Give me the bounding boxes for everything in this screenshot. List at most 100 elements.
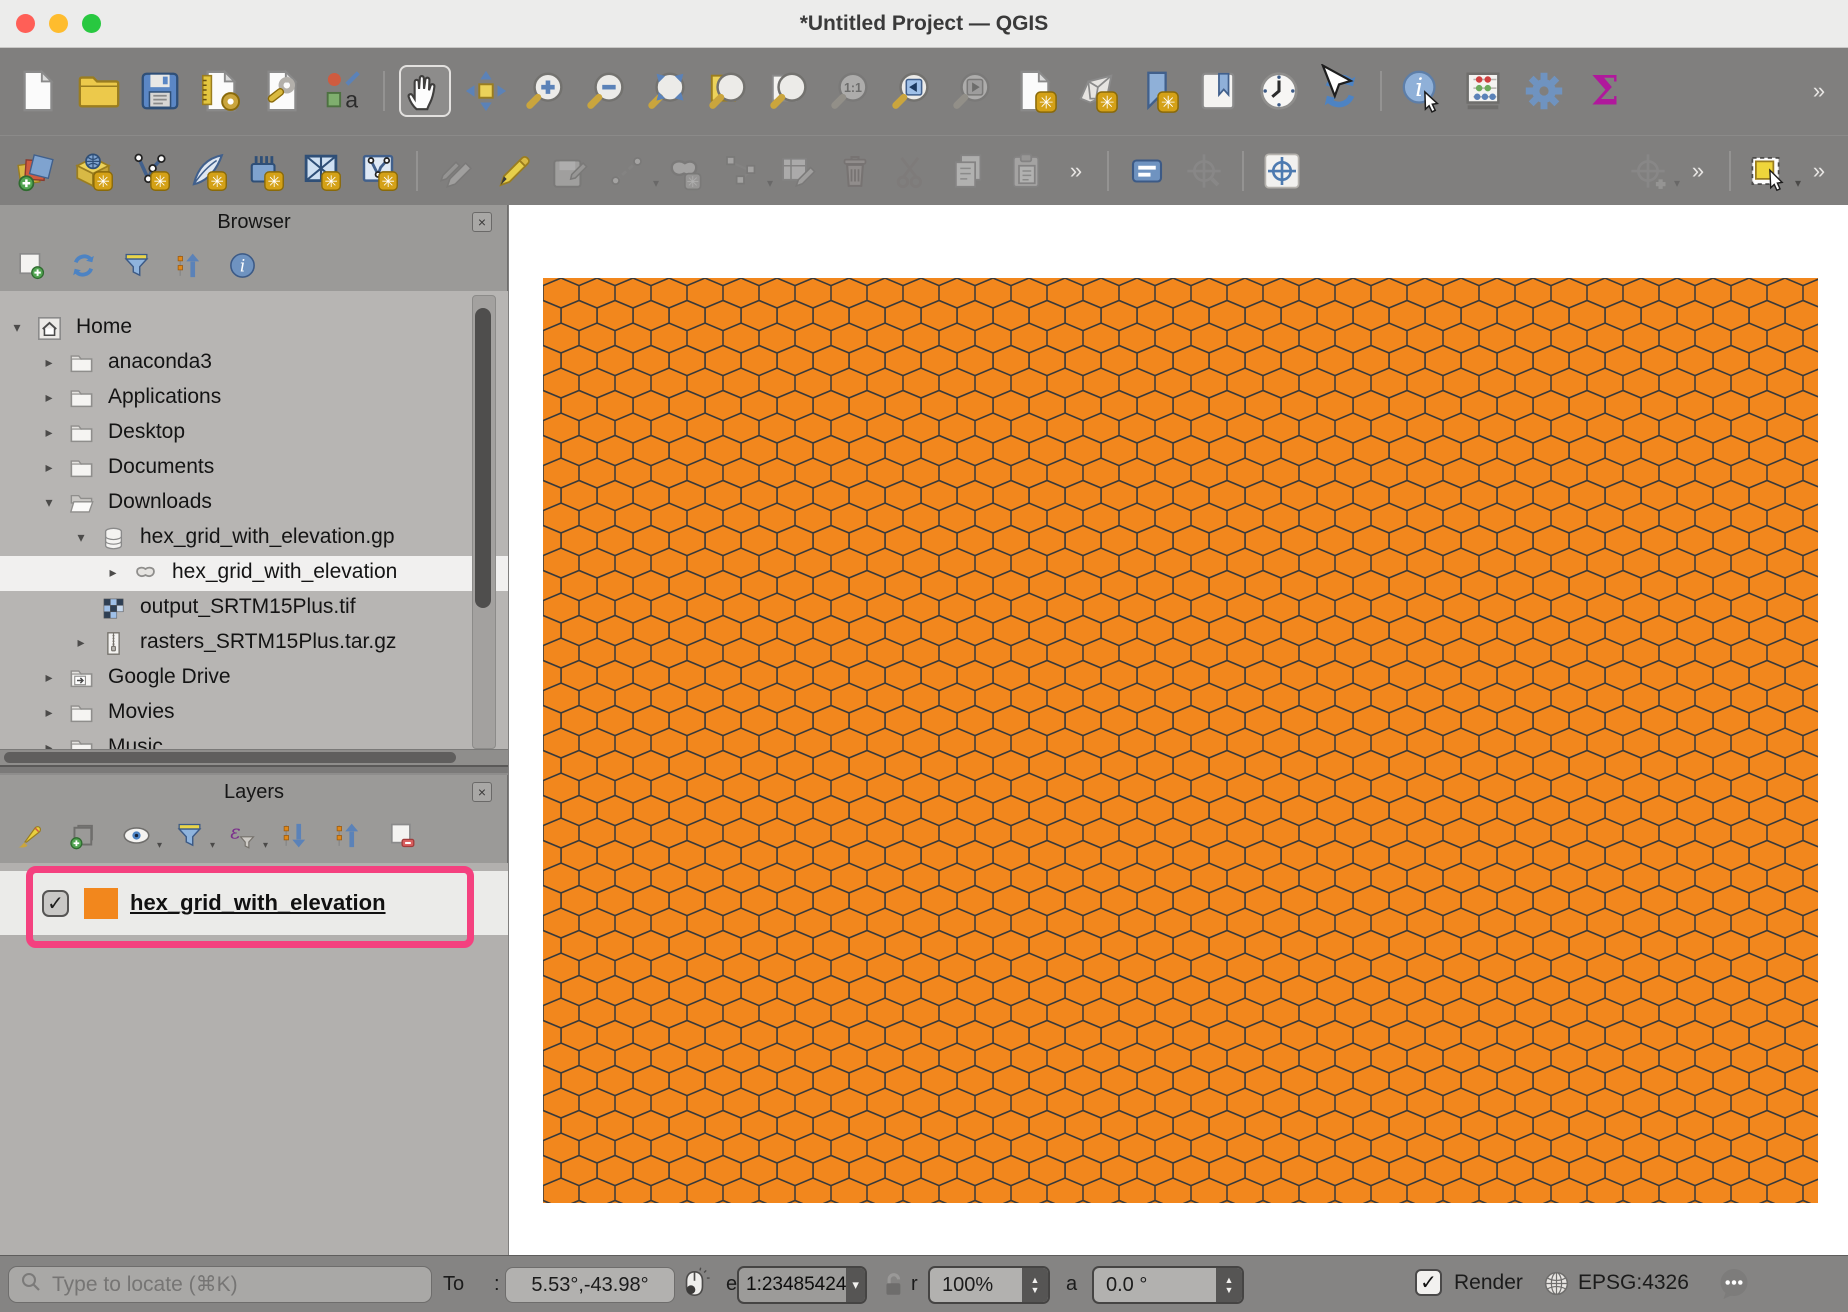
refresh-button[interactable] — [67, 249, 99, 281]
pan-map-button[interactable] — [399, 65, 451, 117]
locator-search-input[interactable]: Type to locate (⌘K) — [8, 1266, 432, 1303]
toolbar-overflow-icon[interactable]: » — [1681, 147, 1715, 195]
pin-labels-button[interactable] — [1180, 147, 1228, 195]
tree-item-output-srtm15plus-tif[interactable]: output_SRTM15Plus.tif — [0, 591, 508, 626]
move-label-button[interactable]: ▾ — [1624, 147, 1672, 195]
tree-item-documents[interactable]: ▸Documents — [0, 451, 508, 486]
dropdown-arrow-icon[interactable]: ▾ — [653, 176, 659, 190]
collapse-arrow-icon[interactable]: ▾ — [8, 319, 26, 336]
collapse-all-button[interactable] — [173, 249, 205, 281]
dropdown-arrow-icon[interactable]: ▾ — [1674, 176, 1680, 190]
coordinate-input[interactable]: 5.53°,-43.98° — [505, 1267, 675, 1303]
spinner-buttons-icon[interactable]: ▲▼ — [1216, 1268, 1242, 1302]
tree-item-anaconda3[interactable]: ▸anaconda3 — [0, 346, 508, 381]
statistical-summary-button[interactable] — [1457, 65, 1509, 117]
show-spatial-bookmarks-button[interactable] — [1192, 65, 1244, 117]
lock-icon[interactable] — [878, 1270, 907, 1305]
tree-item-desktop[interactable]: ▸Desktop — [0, 416, 508, 451]
dropdown-arrow-icon[interactable]: ▾ — [767, 176, 773, 190]
filter-browser-button[interactable] — [120, 249, 152, 281]
expand-arrow-icon[interactable]: ▸ — [40, 669, 58, 686]
toolbar-overflow-icon[interactable]: » — [1802, 147, 1836, 195]
temporal-controller-button[interactable] — [1253, 65, 1305, 117]
new-spatialite-layer-button[interactable]: ✳ — [297, 147, 345, 195]
zoom-native-button[interactable]: 1:1 — [826, 65, 878, 117]
tree-item-applications[interactable]: ▸Applications — [0, 381, 508, 416]
vertex-tool-button[interactable]: ▾ — [717, 147, 765, 195]
data-source-manager-button[interactable] — [12, 147, 60, 195]
new-spatial-bookmark-button[interactable]: ✳ — [1131, 65, 1183, 117]
spinner-buttons-icon[interactable]: ▲▼ — [1022, 1268, 1048, 1302]
zoom-last-button[interactable] — [887, 65, 939, 117]
add-group-button[interactable] — [67, 819, 99, 851]
mouse-position-icon[interactable] — [678, 1267, 711, 1306]
zoom-full-extent-button[interactable] — [643, 65, 695, 117]
manage-map-themes-button[interactable]: ▾ — [120, 819, 152, 851]
map-canvas[interactable] — [509, 205, 1848, 1255]
cut-features-button[interactable] — [888, 147, 936, 195]
highlight-pinned-labels-button[interactable] — [1258, 147, 1306, 195]
new-mesh-layer-button[interactable]: ✳ — [240, 147, 288, 195]
layer-visibility-checkbox[interactable]: ✓ — [42, 890, 69, 917]
new-geopackage-layer-button[interactable]: ✳ — [69, 147, 117, 195]
labeling-options-button[interactable] — [1123, 147, 1171, 195]
select-features-button[interactable]: ▾ — [1745, 147, 1793, 195]
identify-features-button[interactable]: i — [1396, 65, 1448, 117]
zoom-out-button[interactable] — [582, 65, 634, 117]
processing-toolbox-button[interactable] — [1518, 65, 1570, 117]
add-polygon-feature-button[interactable]: ✳ — [660, 147, 708, 195]
browser-horizontal-scrollbar[interactable] — [0, 749, 508, 765]
collapse-arrow-icon[interactable]: ▾ — [72, 529, 90, 546]
new-print-layout-button[interactable] — [195, 65, 247, 117]
current-edits-button[interactable] — [489, 147, 537, 195]
zoom-to-selection-button[interactable] — [704, 65, 756, 117]
toolbar-overflow-icon[interactable]: » — [1802, 65, 1836, 117]
zoom-next-button[interactable] — [948, 65, 1000, 117]
tree-item-google-drive[interactable]: ▸Google Drive — [0, 661, 508, 696]
collapse-arrow-icon[interactable]: ▾ — [40, 494, 58, 511]
expand-arrow-icon[interactable]: ▸ — [40, 459, 58, 476]
magnifier-spinbox[interactable]: 100% ▲▼ — [928, 1266, 1050, 1304]
zoom-in-button[interactable] — [521, 65, 573, 117]
close-icon[interactable]: × — [472, 212, 492, 232]
new-virtual-layer-button[interactable]: ✳ — [354, 147, 402, 195]
tree-item-rasters-srtm15plus-tar-gz[interactable]: ▸rasters_SRTM15Plus.tar.gz — [0, 626, 508, 661]
dropdown-arrow-icon[interactable]: ▾ — [263, 840, 268, 851]
tree-item-downloads[interactable]: ▾Downloads — [0, 486, 508, 521]
properties-info-button[interactable]: i — [226, 249, 258, 281]
rotation-spinbox[interactable]: 0.0 ° ▲▼ — [1092, 1266, 1244, 1304]
tree-item-hex-grid-with-elevation-gp[interactable]: ▾hex_grid_with_elevation.gp — [0, 521, 508, 556]
toolbar-overflow-icon[interactable]: » — [1059, 147, 1093, 195]
remove-layer-button[interactable] — [385, 819, 417, 851]
toggle-editing-button[interactable] — [432, 147, 480, 195]
expand-arrow-icon[interactable]: ▸ — [40, 704, 58, 721]
digitize-segment-button[interactable]: ▾ — [603, 147, 651, 195]
expand-all-button[interactable] — [279, 819, 311, 851]
show-layout-manager-button[interactable] — [256, 65, 308, 117]
sum-statistics-button[interactable]: Σ — [1579, 65, 1631, 117]
tree-item-music[interactable]: ▸Music — [0, 731, 508, 749]
expand-arrow-icon[interactable]: ▸ — [104, 564, 122, 581]
browser-vertical-scrollbar[interactable] — [472, 295, 496, 749]
modify-attributes-button[interactable] — [774, 147, 822, 195]
copy-features-button[interactable] — [945, 147, 993, 195]
expand-arrow-icon[interactable]: ▸ — [40, 389, 58, 406]
delete-selected-button[interactable] — [831, 147, 879, 195]
expand-arrow-icon[interactable]: ▸ — [40, 354, 58, 371]
expand-arrow-icon[interactable]: ▸ — [72, 634, 90, 651]
tree-item-hex-grid-with-elevation[interactable]: ▸hex_grid_with_elevation — [0, 556, 508, 591]
dropdown-arrow-icon[interactable]: ▾ — [157, 840, 162, 851]
dropdown-arrow-icon[interactable]: ▾ — [846, 1268, 865, 1302]
filter-legend-button[interactable]: ▾ — [173, 819, 205, 851]
new-project-button[interactable] — [12, 65, 64, 117]
new-shapefile-layer-button[interactable]: ✳ — [126, 147, 174, 195]
open-layer-styling-button[interactable] — [14, 819, 46, 851]
crs-status-button[interactable]: EPSG:4326 — [1578, 1271, 1689, 1295]
tree-item-home[interactable]: ▾Home — [0, 311, 508, 346]
expand-arrow-icon[interactable]: ▸ — [40, 424, 58, 441]
panel-splitter[interactable] — [0, 765, 508, 775]
open-project-button[interactable] — [73, 65, 125, 117]
scale-combobox[interactable]: 1:23485424 ▾ — [737, 1266, 867, 1304]
filter-expression-button[interactable]: ε▾ — [226, 819, 258, 851]
messages-icon[interactable] — [1716, 1266, 1752, 1308]
